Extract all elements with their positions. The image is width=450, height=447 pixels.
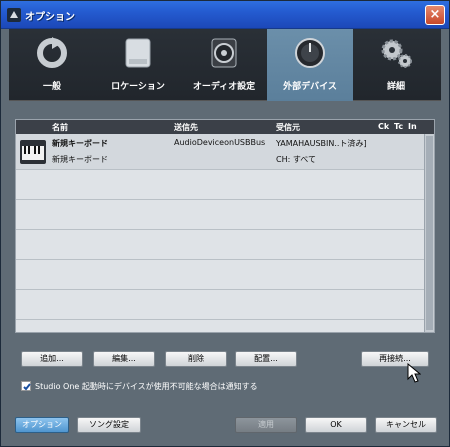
table-scrollbar[interactable] <box>424 134 434 332</box>
table-header: 名前 送信先 受信元 Ck Tc In <box>16 120 434 134</box>
edit-button[interactable]: 編集... <box>93 351 155 367</box>
close-button[interactable]: × <box>425 5 445 25</box>
external-devices-panel: 名前 送信先 受信元 Ck Tc In 新規キーボード AudioDeviceo… <box>9 101 441 407</box>
drive-icon <box>125 38 151 68</box>
options-tabbar: 一般 ロケーション オーディオ設定 外部デバイス 詳細 <box>9 29 441 101</box>
tab-general[interactable]: 一般 <box>9 29 95 101</box>
cancel-button[interactable]: キャンセル <box>375 417 437 433</box>
table-row[interactable]: 新規キーボード AudioDeviceonUSBBus YAMAHAUSBIN.… <box>16 134 424 170</box>
title-bar[interactable]: オプション × <box>1 1 449 29</box>
apply-button[interactable]: 適用 <box>235 417 297 433</box>
column-ck[interactable]: Ck <box>378 122 389 131</box>
refresh-icon <box>37 37 67 68</box>
tab-external-devices-label: 外部デバイス <box>283 82 337 92</box>
knob-icon <box>295 38 325 68</box>
column-receive[interactable]: 受信元 <box>276 122 300 133</box>
column-send[interactable]: 送信先 <box>174 122 198 133</box>
checkmark-icon <box>23 383 31 391</box>
song-settings-button[interactable]: ソング設定 <box>77 417 141 433</box>
column-tc[interactable]: Tc <box>394 122 403 131</box>
tab-audio-settings[interactable]: オーディオ設定 <box>181 29 267 101</box>
table-row[interactable] <box>16 290 424 320</box>
device-receive: YAMAHAUSBIN..ト済み] <box>276 139 367 148</box>
mouse-cursor-icon <box>407 363 421 383</box>
column-in[interactable]: In <box>408 122 417 131</box>
device-table: 名前 送信先 受信元 Ck Tc In 新規キーボード AudioDeviceo… <box>15 119 435 333</box>
tab-locations-label: ロケーション <box>111 82 165 92</box>
scrollbar-thumb[interactable] <box>426 136 433 330</box>
tab-general-label: 一般 <box>42 82 61 92</box>
device-channel: CH: すべて <box>276 155 316 164</box>
table-row[interactable] <box>16 200 424 230</box>
tab-external-devices[interactable]: 外部デバイス <box>267 29 353 101</box>
notify-checkbox-label: Studio One 起動時にデバイスが使用不可能な場合は通知する <box>35 382 258 391</box>
options-window: オプション × 一般 ロケーション オーディオ設定 外部デバイス 詳細 名前 送… <box>0 0 450 447</box>
table-row[interactable] <box>16 260 424 290</box>
device-send: AudioDeviceonUSBBus <box>174 138 266 147</box>
column-name[interactable]: 名前 <box>52 122 68 133</box>
ok-button[interactable]: OK <box>305 417 367 433</box>
window-title: オプション <box>25 12 75 23</box>
keyboard-icon <box>20 140 46 164</box>
delete-button[interactable]: 削除 <box>165 351 227 367</box>
speaker-icon <box>211 38 237 68</box>
app-icon <box>7 8 21 22</box>
tab-advanced-label: 詳細 <box>386 82 405 92</box>
tab-advanced[interactable]: 詳細 <box>353 29 439 101</box>
gears-icon <box>381 39 412 68</box>
device-instrument-name: 新規キーボード <box>52 155 108 164</box>
notify-checkbox[interactable] <box>21 381 31 391</box>
tab-locations[interactable]: ロケーション <box>95 29 181 101</box>
device-name: 新規キーボード <box>52 139 108 148</box>
options-button[interactable]: オプション <box>15 417 69 433</box>
table-row[interactable] <box>16 230 424 260</box>
table-row[interactable] <box>16 170 424 200</box>
add-button[interactable]: 追加... <box>21 351 83 367</box>
tab-audio-settings-label: オーディオ設定 <box>192 82 256 92</box>
place-button[interactable]: 配置... <box>235 351 297 367</box>
